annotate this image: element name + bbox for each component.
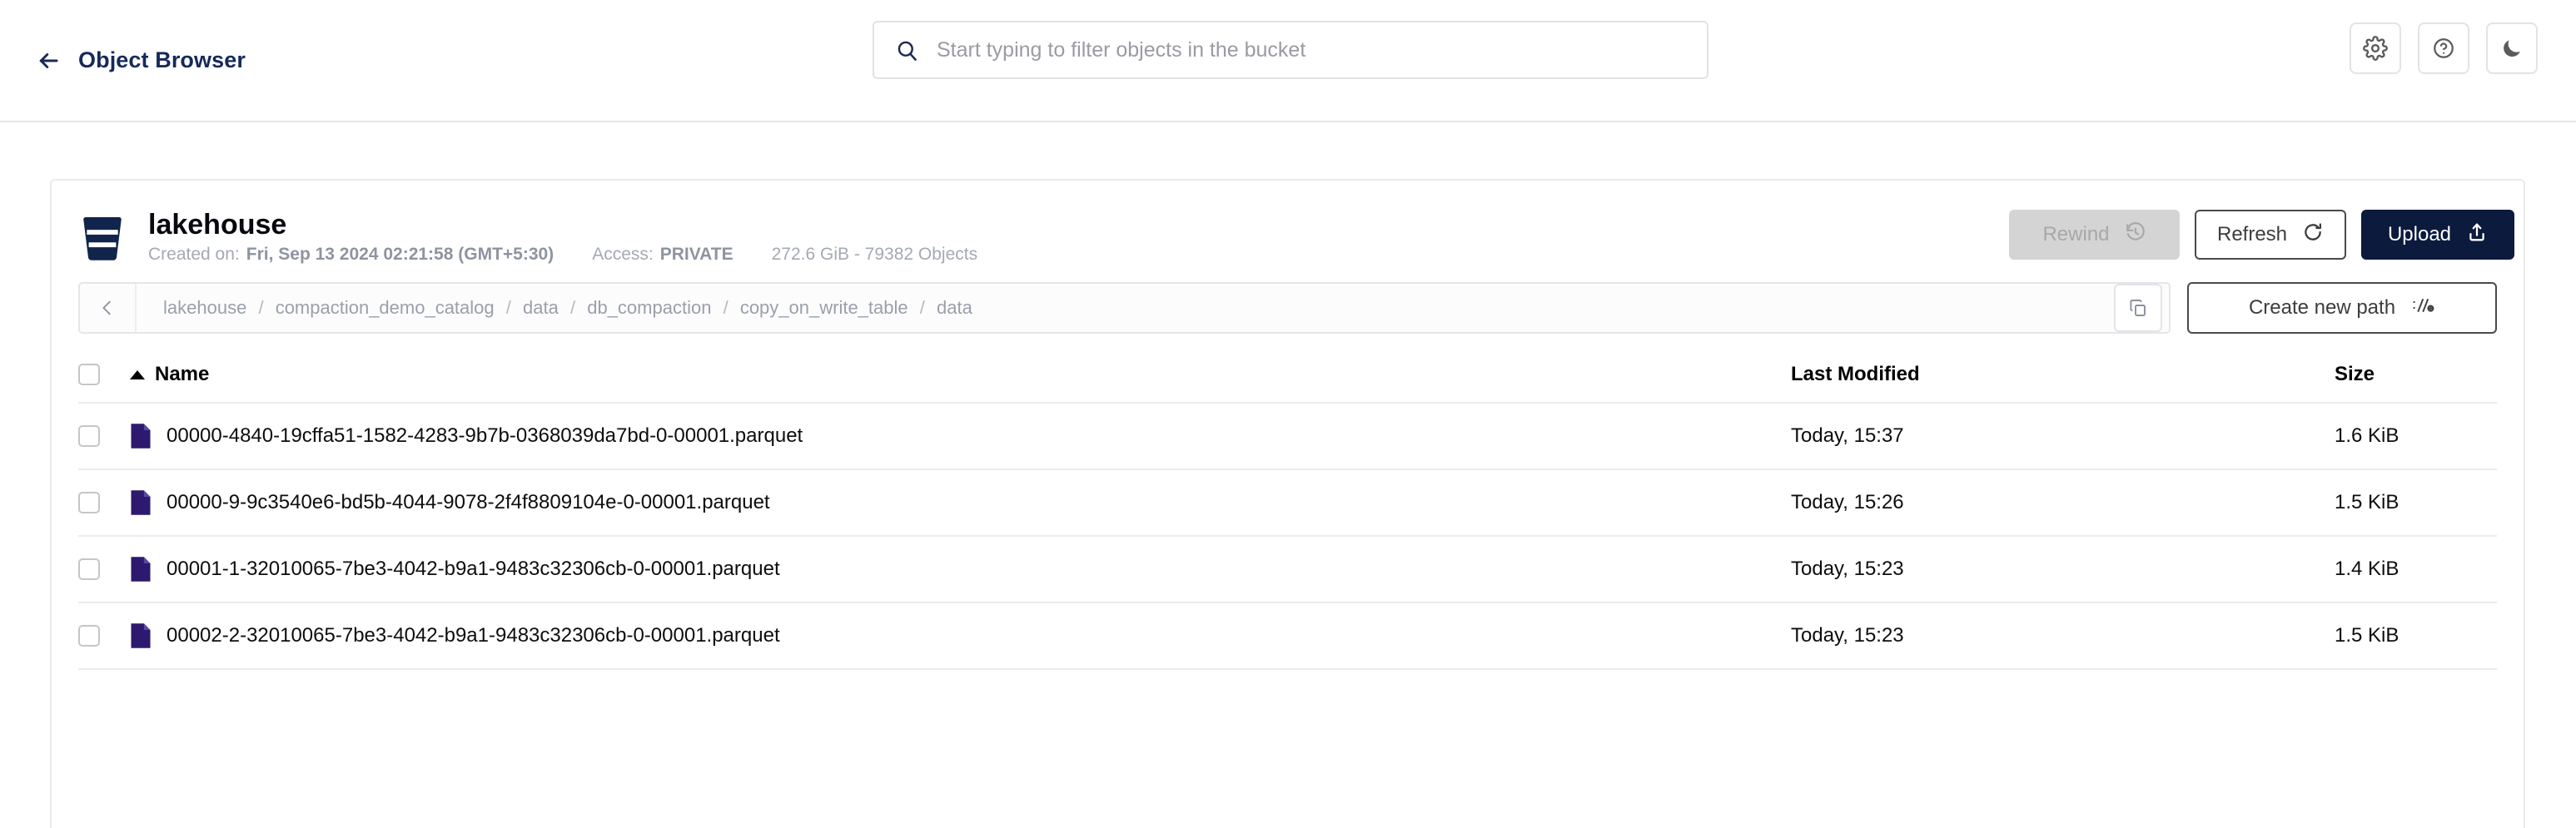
breadcrumb-segment[interactable]: copy_on_write_table (740, 297, 908, 318)
parquet-file-icon (130, 423, 152, 449)
breadcrumb-separator: / (569, 297, 576, 318)
breadcrumb-separator: / (723, 297, 729, 318)
copy-icon[interactable] (2114, 284, 2162, 332)
objects-table: Name Last Modified Size 00000-4840-19cff… (78, 347, 2497, 670)
page-title: Object Browser (78, 47, 246, 72)
rewind-clock-icon (2125, 221, 2146, 249)
refresh-icon (2302, 221, 2324, 249)
row-select-cell (78, 425, 130, 447)
object-size: 1.5 KiB (2335, 491, 2399, 513)
upload-button[interactable]: Upload (2361, 210, 2514, 260)
object-name: 00002-2-32010065-7be3-4042-b9a1-9483c323… (167, 624, 780, 647)
object-browser-card: lakehouse Created on: Fri, Sep 13 2024 0… (50, 179, 2525, 828)
sort-ascending-icon (130, 369, 145, 379)
breadcrumb: lakehouse / compaction_demo_catalog / da… (78, 282, 2171, 334)
breadcrumb-segment[interactable]: lakehouse (163, 297, 246, 318)
upload-label: Upload (2387, 223, 2452, 245)
parquet-file-icon (130, 489, 152, 516)
created-on-value: Fri, Sep 13 2024 02:21:58 (GMT+5:30) (246, 244, 554, 264)
parquet-file-icon (130, 622, 152, 649)
search-bar[interactable] (873, 21, 1708, 79)
table-row[interactable]: 00002-2-32010065-7be3-4042-b9a1-9483c323… (78, 603, 2497, 670)
breadcrumb-separator: / (258, 297, 264, 318)
refresh-label: Refresh (2216, 223, 2288, 245)
column-header-last-modified[interactable]: Last Modified (1791, 363, 2335, 386)
bucket-actions: Rewind Refresh Upload (2009, 210, 2514, 260)
chevron-left-icon[interactable] (80, 284, 137, 332)
create-new-path-button[interactable]: Create new path (2187, 282, 2497, 334)
select-all-checkbox[interactable] (78, 364, 100, 385)
column-header-size[interactable]: Size (2335, 363, 2497, 386)
bucket-name: lakehouse (148, 208, 287, 240)
parquet-file-icon (130, 556, 152, 583)
settings-button[interactable] (2350, 22, 2401, 74)
breadcrumb-segment[interactable]: compaction_demo_catalog (276, 297, 495, 318)
top-bar: Object Browser (0, 0, 2576, 122)
object-last-modified: Today, 15:26 (1791, 491, 1904, 513)
bucket-header: lakehouse Created on: Fri, Sep 13 2024 0… (52, 181, 2524, 270)
bucket-icon (78, 213, 127, 261)
breadcrumb-path[interactable]: lakehouse / compaction_demo_catalog / da… (137, 297, 2114, 319)
row-select-cell (78, 625, 130, 647)
arrow-left-icon[interactable] (35, 47, 62, 74)
bucket-meta: lakehouse Created on: Fri, Sep 13 2024 0… (148, 211, 977, 265)
object-name: 00000-9-9c3540e6-bd5b-4044-9078-2f4f8809… (167, 491, 770, 513)
rewind-label: Rewind (2042, 223, 2110, 245)
breadcrumb-row: lakehouse / compaction_demo_catalog / da… (52, 282, 2524, 334)
row-checkbox[interactable] (78, 425, 100, 447)
object-last-modified: Today, 15:37 (1791, 424, 1904, 447)
breadcrumb-separator: / (505, 297, 511, 318)
help-button[interactable] (2418, 22, 2469, 74)
topbar-action-group (2350, 22, 2538, 74)
theme-toggle-button[interactable] (2486, 22, 2538, 74)
rewind-button[interactable]: Rewind (2009, 210, 2180, 260)
object-size: 1.5 KiB (2335, 624, 2399, 647)
table-row[interactable]: 00000-9-9c3540e6-bd5b-4044-9078-2f4f8809… (78, 470, 2497, 537)
object-name: 00001-1-32010065-7be3-4042-b9a1-9483c323… (167, 558, 780, 580)
breadcrumb-separator: / (919, 297, 925, 318)
object-name-cell[interactable]: 00000-9-9c3540e6-bd5b-4044-9078-2f4f8809… (130, 489, 1791, 516)
back-to-buckets-nav[interactable]: Object Browser (35, 47, 246, 74)
column-header-name-label: Name (155, 363, 210, 385)
table-row[interactable]: 00000-4840-19cffa51-1582-4283-9b7b-03680… (78, 404, 2497, 470)
row-checkbox[interactable] (78, 558, 100, 580)
refresh-button[interactable]: Refresh (2195, 210, 2346, 260)
bucket-stats: 272.6 GiB - 79382 Objects (771, 244, 978, 264)
select-all-cell (78, 364, 130, 385)
search-icon (896, 39, 918, 62)
column-header-name[interactable]: Name (130, 363, 1791, 386)
search-input[interactable] (937, 37, 1685, 62)
create-new-path-label: Create new path (2248, 296, 2396, 319)
breadcrumb-segment[interactable]: data (937, 297, 972, 318)
object-last-modified: Today, 15:23 (1791, 624, 1904, 647)
object-size: 1.4 KiB (2335, 558, 2399, 580)
breadcrumb-segment[interactable]: data (523, 297, 559, 318)
row-select-cell (78, 492, 130, 513)
new-path-icon (2412, 295, 2435, 321)
table-row[interactable]: 00001-1-32010065-7be3-4042-b9a1-9483c323… (78, 537, 2497, 603)
created-on-label: Created on: (148, 244, 240, 264)
row-checkbox[interactable] (78, 492, 100, 513)
access-value: PRIVATE (659, 244, 734, 264)
object-last-modified: Today, 15:23 (1791, 558, 1904, 580)
access-label: Access: (592, 244, 654, 264)
row-select-cell (78, 558, 130, 580)
row-checkbox[interactable] (78, 625, 100, 647)
object-name: 00000-4840-19cffa51-1582-4283-9b7b-03680… (167, 424, 803, 447)
upload-icon (2466, 221, 2488, 249)
breadcrumb-segment[interactable]: db_compaction (587, 297, 711, 318)
object-name-cell[interactable]: 00002-2-32010065-7be3-4042-b9a1-9483c323… (130, 622, 1791, 649)
object-size: 1.6 KiB (2335, 424, 2399, 447)
table-header-row: Name Last Modified Size (78, 347, 2497, 404)
bucket-subtitle: Created on: Fri, Sep 13 2024 02:21:58 (G… (148, 245, 977, 265)
object-name-cell[interactable]: 00000-4840-19cffa51-1582-4283-9b7b-03680… (130, 423, 1791, 449)
object-name-cell[interactable]: 00001-1-32010065-7be3-4042-b9a1-9483c323… (130, 556, 1791, 583)
